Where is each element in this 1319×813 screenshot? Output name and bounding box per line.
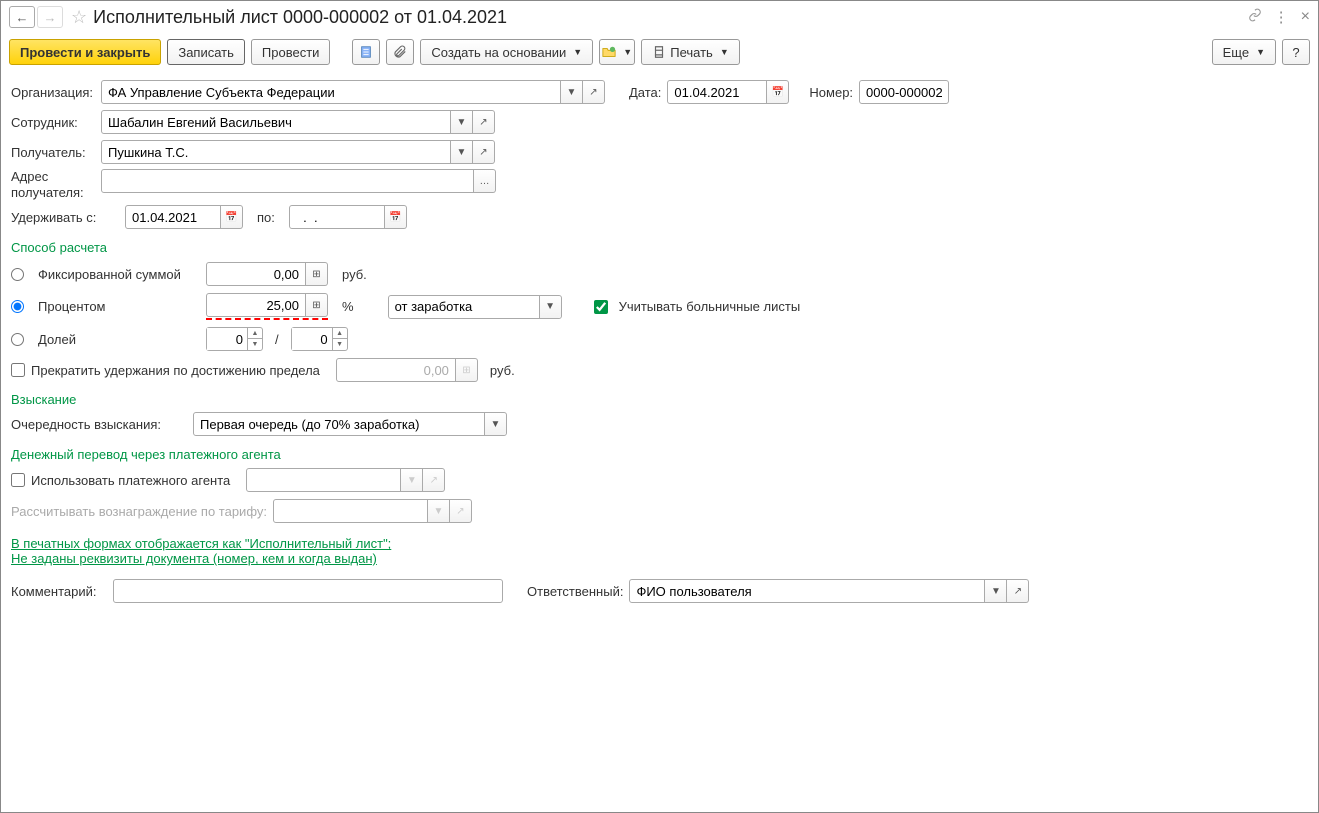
stop-unit: руб. <box>490 363 515 378</box>
fraction-sep: / <box>275 332 279 347</box>
attach-button[interactable] <box>386 39 414 65</box>
hold-from-calendar-icon[interactable]: 📅 <box>221 205 243 229</box>
fixed-unit: руб. <box>342 267 367 282</box>
folder-button[interactable]: ▼ <box>599 39 635 65</box>
agent-section-title: Денежный перевод через платежного агента <box>11 447 1308 462</box>
address-more-icon[interactable]: … <box>474 169 496 193</box>
recipient-input[interactable] <box>101 140 451 164</box>
employee-open-icon[interactable]: ↗ <box>473 110 495 134</box>
sick-checkbox[interactable] <box>594 300 608 314</box>
date-calendar-icon[interactable]: 📅 <box>767 80 789 104</box>
stop-calc-icon: ⊞ <box>456 358 478 382</box>
agent-open-icon: ↗ <box>423 468 445 492</box>
order-label: Очередность взыскания: <box>11 417 187 432</box>
fixed-calc-icon[interactable]: ⊞ <box>306 262 328 286</box>
help-button[interactable]: ? <box>1282 39 1310 65</box>
comment-label: Комментарий: <box>11 584 107 599</box>
fraction-label: Долей <box>38 332 198 347</box>
hold-to-calendar-icon[interactable]: 📅 <box>385 205 407 229</box>
responsible-label: Ответственный: <box>527 584 623 599</box>
date-input[interactable] <box>667 80 767 104</box>
favorite-star-icon[interactable]: ☆ <box>71 7 87 28</box>
address-input[interactable] <box>101 169 474 193</box>
tariff-dropdown-icon: ▼ <box>428 499 450 523</box>
percent-base-input[interactable] <box>389 296 539 318</box>
percent-value-input[interactable] <box>206 293 306 317</box>
tariff-label: Рассчитывать вознаграждение по тарифу: <box>11 504 267 519</box>
fraction-den-spinner[interactable]: ▲▼ <box>291 327 348 351</box>
responsible-input[interactable] <box>629 579 985 603</box>
fixed-label: Фиксированной суммой <box>38 267 198 282</box>
fraction-den-input[interactable] <box>292 328 332 350</box>
close-icon[interactable]: × <box>1301 8 1310 26</box>
more-button[interactable]: Еще▼ <box>1212 39 1276 65</box>
post-button[interactable]: Провести <box>251 39 331 65</box>
stop-label: Прекратить удержания по достижению преде… <box>31 363 320 378</box>
employee-label: Сотрудник: <box>11 115 95 130</box>
hold-from-input[interactable] <box>125 205 221 229</box>
agent-dropdown-icon: ▼ <box>401 468 423 492</box>
agent-input <box>246 468 401 492</box>
address-label: Адрес получателя: <box>11 169 95 200</box>
org-open-icon[interactable]: ↗ <box>583 80 605 104</box>
post-and-close-button[interactable]: Провести и закрыть <box>9 39 161 65</box>
nav-forward-button: → <box>37 6 63 28</box>
link-icon[interactable] <box>1248 8 1262 26</box>
number-label: Номер: <box>809 85 853 100</box>
responsible-open-icon[interactable]: ↗ <box>1007 579 1029 603</box>
percent-radio[interactable] <box>11 300 24 313</box>
calc-section-title: Способ расчета <box>11 240 1308 255</box>
hold-to-input[interactable] <box>289 205 385 229</box>
fixed-radio[interactable] <box>11 268 24 281</box>
hold-from-label: Удерживать с: <box>11 210 119 225</box>
recipient-label: Получатель: <box>11 145 95 160</box>
print-form-link[interactable]: В печатных формах отображается как "Испо… <box>11 536 411 566</box>
tariff-open-icon: ↗ <box>450 499 472 523</box>
report-button[interactable] <box>352 39 380 65</box>
write-button[interactable]: Записать <box>167 39 245 65</box>
fraction-num-down-icon[interactable]: ▼ <box>248 339 262 350</box>
fraction-den-down-icon[interactable]: ▼ <box>333 339 347 350</box>
collect-section-title: Взыскание <box>11 392 1308 407</box>
use-agent-label: Использовать платежного агента <box>31 473 230 488</box>
create-based-button[interactable]: Создать на основании▼ <box>420 39 593 65</box>
order-dropdown-icon[interactable]: ▼ <box>484 413 506 435</box>
recipient-open-icon[interactable]: ↗ <box>473 140 495 164</box>
org-input[interactable] <box>101 80 561 104</box>
fraction-num-up-icon[interactable]: ▲ <box>248 328 262 339</box>
percent-base-dropdown-icon[interactable]: ▼ <box>539 296 561 318</box>
number-input[interactable] <box>859 80 949 104</box>
employee-input[interactable] <box>101 110 451 134</box>
percent-calc-icon[interactable]: ⊞ <box>306 293 328 317</box>
date-label: Дата: <box>629 85 661 100</box>
use-agent-checkbox[interactable] <box>11 473 25 487</box>
fraction-num-input[interactable] <box>207 328 247 350</box>
employee-dropdown-icon[interactable]: ▼ <box>451 110 473 134</box>
percent-label: Процентом <box>38 299 198 314</box>
page-title: Исполнительный лист 0000-000002 от 01.04… <box>93 7 507 28</box>
org-label: Организация: <box>11 85 95 100</box>
stop-value-input <box>336 358 456 382</box>
org-dropdown-icon[interactable]: ▼ <box>561 80 583 104</box>
sick-label: Учитывать больничные листы <box>619 299 801 314</box>
hold-to-label: по: <box>257 210 275 225</box>
fixed-value-input[interactable] <box>206 262 306 286</box>
responsible-dropdown-icon[interactable]: ▼ <box>985 579 1007 603</box>
stop-checkbox[interactable] <box>11 363 25 377</box>
fraction-num-spinner[interactable]: ▲▼ <box>206 327 263 351</box>
fraction-den-up-icon[interactable]: ▲ <box>333 328 347 339</box>
kebab-icon[interactable]: ⋮ <box>1274 8 1289 26</box>
print-button[interactable]: Печать▼ <box>641 39 740 65</box>
comment-input[interactable] <box>113 579 503 603</box>
nav-back-button[interactable]: ← <box>9 6 35 28</box>
recipient-dropdown-icon[interactable]: ▼ <box>451 140 473 164</box>
tariff-input <box>273 499 428 523</box>
fraction-radio[interactable] <box>11 333 24 346</box>
percent-unit: % <box>342 299 354 314</box>
order-input[interactable] <box>194 413 484 435</box>
